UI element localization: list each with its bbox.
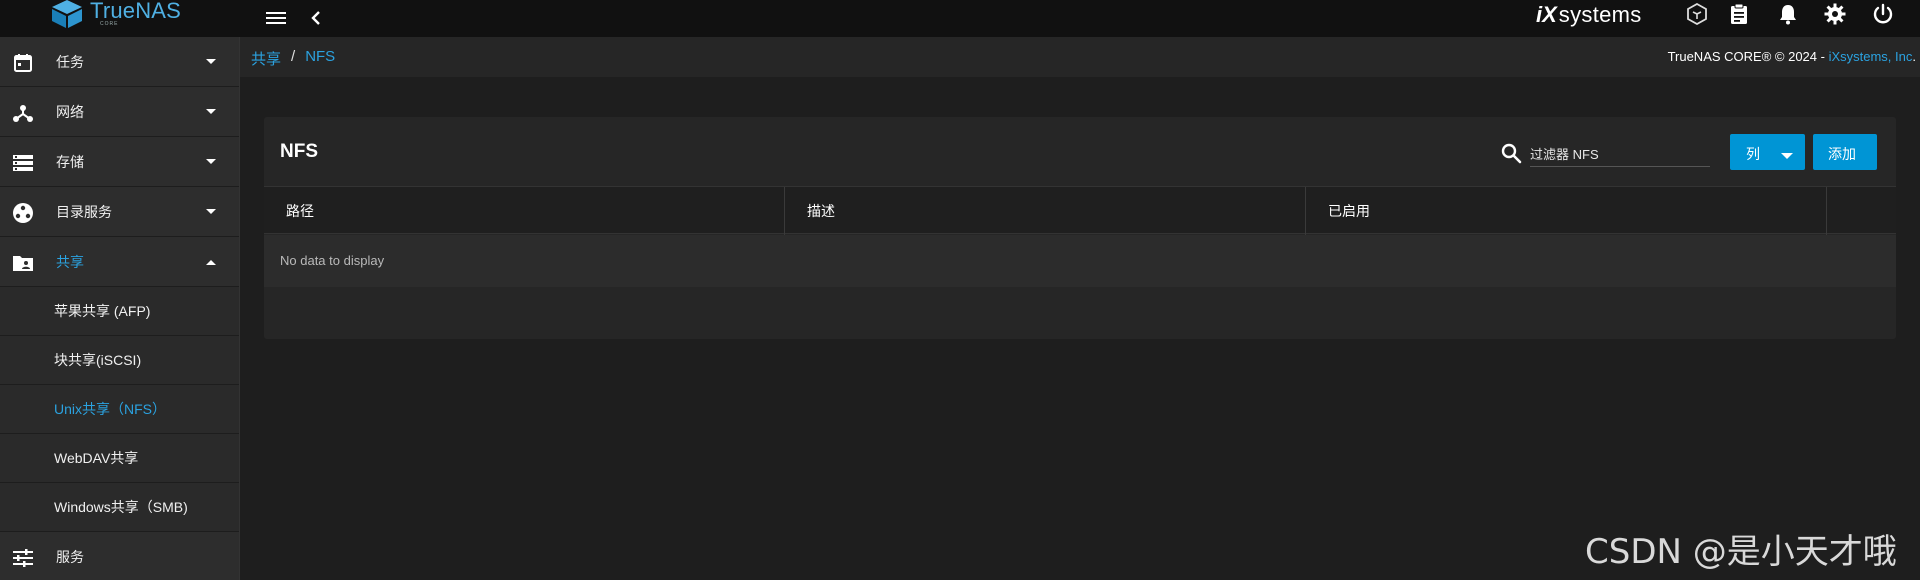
sidebar-item-label: 任务 (56, 53, 84, 70)
column-header-description[interactable]: 描述 (785, 187, 1306, 235)
notifications-button[interactable] (1773, 0, 1803, 28)
sidebar-subitem-label: Windows共享（SMB) (54, 499, 188, 515)
column-header-label: 描述 (807, 203, 835, 219)
caret-up-icon (204, 255, 218, 269)
sidebar-item-directory-services[interactable]: 目录服务 (0, 187, 239, 237)
breadcrumb: 共享 / NFS (251, 48, 335, 69)
sidebar-subitem-afp[interactable]: 苹果共享 (AFP) (0, 287, 239, 336)
copyright-end: . (1912, 49, 1916, 64)
add-button-label: 添加 (1828, 146, 1856, 162)
ixsystems-link[interactable]: iXsystems, Inc (1829, 49, 1913, 64)
gear-icon (1824, 3, 1846, 25)
table-header: 路径 描述 已启用 (264, 186, 1896, 235)
truecommand-icon (1687, 3, 1707, 25)
sidebar-subitem-label: 苹果共享 (AFP) (54, 303, 151, 319)
add-button[interactable]: 添加 (1813, 134, 1877, 170)
sidebar: 任务 网络 存储 目录服务 共享 苹果共享 (AFP) 块共享(iSCSI) U… (0, 37, 240, 580)
back-button[interactable] (300, 2, 332, 34)
sidebar-item-label: 网络 (56, 103, 84, 120)
truenas-logo-icon (52, 0, 82, 28)
tasks-icon (1731, 3, 1747, 24)
ix-text: systems (1558, 2, 1642, 27)
menu-icon (266, 12, 286, 24)
filter (1500, 139, 1740, 167)
column-header-path[interactable]: 路径 (264, 187, 785, 235)
menu-button[interactable] (260, 2, 292, 34)
watermark: CSDN @是小天才哦 (1585, 532, 1897, 572)
directory-icon (12, 202, 34, 224)
breadcrumb-sharing[interactable]: 共享 (251, 48, 281, 69)
ixsystems-logo[interactable]: iX systems (1536, 0, 1642, 30)
brand-sub: CORE (100, 21, 119, 27)
power-button[interactable] (1868, 0, 1898, 28)
sidebar-subitem-label: 块共享(iSCSI) (54, 352, 142, 368)
sidebar-subitem-webdav[interactable]: WebDAV共享 (0, 434, 239, 483)
sidebar-subitem-label: Unix共享（NFS） (54, 401, 167, 417)
network-icon (12, 102, 34, 124)
copyright-text: TrueNAS CORE® © 2024 - (1667, 49, 1829, 64)
caret-down-icon (204, 55, 218, 69)
settings-button[interactable] (1820, 0, 1850, 28)
tasks-button[interactable] (1724, 0, 1754, 28)
sidebar-subitem-nfs[interactable]: Unix共享（NFS） (0, 385, 239, 434)
breadcrumb-separator: / (291, 48, 296, 65)
brand[interactable]: TrueNAS CORE (0, 0, 240, 37)
calendar-icon (12, 52, 34, 74)
truecommand-button[interactable] (1682, 0, 1712, 28)
back-icon (311, 11, 320, 25)
top-bar: TrueNAS CORE iX systems (0, 0, 1920, 37)
bell-icon (1780, 5, 1796, 25)
sidebar-subitem-smb[interactable]: Windows共享（SMB) (0, 483, 239, 532)
column-header-enabled[interactable]: 已启用 (1306, 187, 1827, 235)
sidebar-item-services[interactable]: 服务 (0, 532, 239, 580)
tune-icon (12, 547, 34, 569)
ix-mark: iX (1536, 2, 1557, 27)
sidebar-item-tasks[interactable]: 任务 (0, 37, 239, 87)
sidebar-item-sharing[interactable]: 共享 (0, 237, 239, 287)
caret-down-icon (1781, 147, 1793, 163)
table-body: No data to display (264, 235, 1896, 287)
sidebar-item-label: 服务 (56, 548, 84, 565)
empty-message: No data to display (280, 253, 385, 268)
sidebar-item-network[interactable]: 网络 (0, 87, 239, 137)
sidebar-subitem-label: WebDAV共享 (54, 450, 139, 466)
columns-button-label: 列 (1746, 146, 1760, 162)
nfs-card: NFS 列 添加 路径 描述 已启用 No data to display (264, 117, 1896, 339)
power-icon (1873, 3, 1893, 24)
sidebar-subitem-iscsi[interactable]: 块共享(iSCSI) (0, 336, 239, 385)
caret-down-icon (204, 105, 218, 119)
breadcrumb-nfs[interactable]: NFS (305, 48, 335, 69)
search-icon (1501, 143, 1522, 164)
columns-button[interactable]: 列 (1730, 134, 1805, 170)
caret-down-icon (204, 155, 218, 169)
page-title: NFS (280, 141, 318, 162)
column-header-label: 已启用 (1328, 203, 1370, 219)
breadcrumb-bar: 共享 / NFS TrueNAS CORE® © 2024 - iXsystem… (240, 37, 1920, 77)
folder-share-icon (12, 252, 34, 274)
sidebar-item-label: 目录服务 (56, 203, 112, 220)
sidebar-item-label: 存储 (56, 153, 84, 170)
column-header-label: 路径 (286, 203, 314, 219)
sidebar-item-storage[interactable]: 存储 (0, 137, 239, 187)
storage-icon (12, 152, 34, 174)
caret-down-icon (204, 205, 218, 219)
sidebar-item-label: 共享 (56, 253, 84, 270)
copyright: TrueNAS CORE® © 2024 - iXsystems, Inc. (1668, 49, 1916, 64)
filter-input[interactable] (1530, 139, 1710, 167)
